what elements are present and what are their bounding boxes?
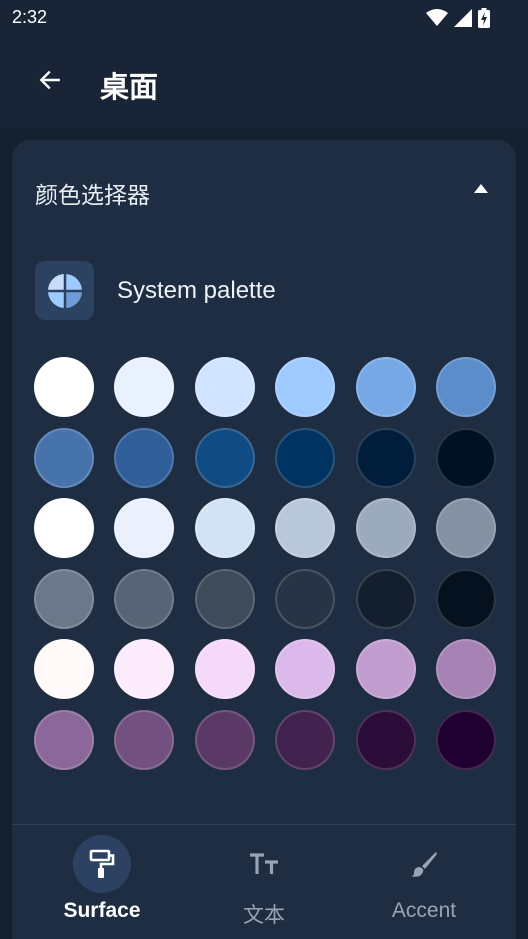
nav-item-surface[interactable]: Surface xyxy=(22,835,182,925)
color-swatch[interactable] xyxy=(114,568,175,629)
color-swatch[interactable] xyxy=(114,710,175,770)
color-swatch[interactable] xyxy=(34,568,94,629)
system-palette-option[interactable]: System palette xyxy=(35,261,495,321)
color-swatch[interactable] xyxy=(355,710,416,770)
color-swatch[interactable] xyxy=(436,639,496,700)
color-swatch[interactable] xyxy=(114,427,175,488)
color-swatch[interactable] xyxy=(355,639,416,700)
nav-label-text: 文本 xyxy=(243,904,285,927)
color-picker-card: 颜色选择器 System palette Surface 文本 Accent xyxy=(12,140,516,939)
color-swatch[interactable] xyxy=(114,357,175,417)
palette-label: System palette xyxy=(117,277,276,304)
color-swatch[interactable] xyxy=(194,498,255,559)
color-swatch[interactable] xyxy=(275,639,336,700)
color-swatch[interactable] xyxy=(34,357,94,417)
color-swatch[interactable] xyxy=(275,710,336,770)
battery-charging-icon xyxy=(478,8,490,28)
color-swatch[interactable] xyxy=(275,357,336,417)
color-swatch[interactable] xyxy=(34,639,94,700)
color-swatch[interactable] xyxy=(275,427,336,488)
color-swatch[interactable] xyxy=(194,427,255,488)
nav-icon-indicator xyxy=(395,835,453,893)
color-picker-section-header[interactable]: 颜色选择器 xyxy=(12,140,516,240)
wifi-icon xyxy=(426,9,448,26)
nav-item-accent[interactable]: Accent xyxy=(344,835,504,925)
nav-icon-indicator xyxy=(235,835,293,893)
color-swatch[interactable] xyxy=(34,710,94,770)
color-swatch[interactable] xyxy=(436,427,496,488)
palette-icon-tile xyxy=(35,261,94,320)
bottom-navigation: Surface 文本 Accent xyxy=(12,825,516,939)
color-swatch[interactable] xyxy=(275,498,336,559)
color-swatch[interactable] xyxy=(34,498,94,559)
color-swatch[interactable] xyxy=(275,568,336,629)
nav-icon-indicator xyxy=(73,835,131,893)
paint-roller-icon xyxy=(89,849,115,878)
color-swatch[interactable] xyxy=(436,710,496,770)
color-swatch[interactable] xyxy=(114,639,175,700)
brush-icon xyxy=(411,852,437,877)
triangle-up-icon[interactable] xyxy=(474,184,488,193)
color-swatch[interactable] xyxy=(114,498,175,559)
status-bar: 2:32 xyxy=(0,0,528,36)
color-swatch[interactable] xyxy=(194,710,255,770)
nav-item-text[interactable]: 文本 xyxy=(184,835,344,927)
color-swatch[interactable] xyxy=(34,427,94,488)
color-swatch[interactable] xyxy=(436,568,496,629)
text-size-icon xyxy=(250,853,278,874)
color-swatch[interactable] xyxy=(436,357,496,417)
status-icons xyxy=(426,8,490,28)
nav-label-surface: Surface xyxy=(63,899,141,922)
back-button[interactable] xyxy=(28,58,72,102)
nav-label-accent: Accent xyxy=(391,899,457,922)
color-swatch[interactable] xyxy=(436,498,496,559)
status-time: 2:32 xyxy=(12,7,48,27)
color-swatch[interactable] xyxy=(194,639,255,700)
color-swatch[interactable] xyxy=(355,568,416,629)
color-swatch[interactable] xyxy=(355,498,416,559)
color-swatch[interactable] xyxy=(355,357,416,417)
arrow-left-icon xyxy=(39,70,60,90)
color-swatch[interactable] xyxy=(355,427,416,488)
palette-quadrant-icon xyxy=(47,273,82,308)
color-swatch[interactable] xyxy=(194,568,255,629)
section-title: 颜色选择器 xyxy=(35,183,150,209)
page-title: 桌面 xyxy=(100,70,159,104)
color-swatch[interactable] xyxy=(194,357,255,417)
app-bar: 桌面 xyxy=(0,36,528,128)
cellular-signal-icon xyxy=(454,9,472,27)
